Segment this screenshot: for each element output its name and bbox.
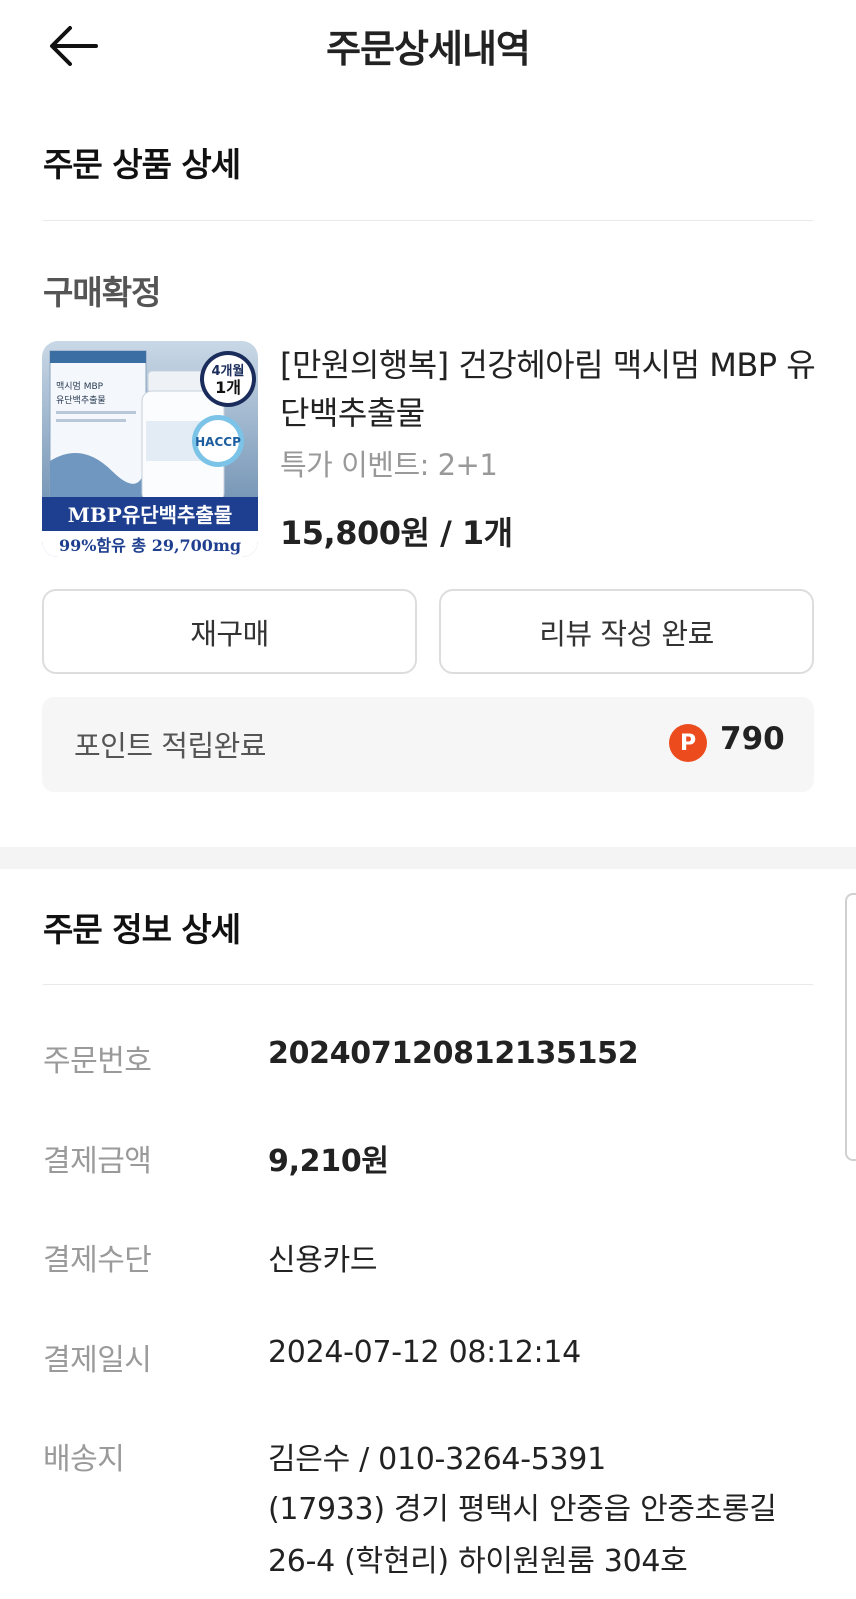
payment-date-value: 2024-07-12 08:12:14 [268,1335,581,1370]
rebuy-button[interactable]: 재구매 [42,589,417,674]
product-section-title: 주문 상품 상세 [43,145,241,184]
points-value: 790 [720,721,785,757]
svg-text:99%함유 총 29,700mg: 99%함유 총 29,700mg [59,536,241,555]
product-option: 특가 이벤트: 2+1 [280,448,498,482]
product-thumbnail[interactable]: 맥시멈 MBP 유단백추출물 4개월 1개 HACCP MBP유단백추출물 99… [42,341,258,557]
product-name[interactable]: [만원의행복] 건강헤아림 맥시멈 MBP 유단백추출물 [280,341,820,437]
payment-date-label: 결제일시 [43,1343,152,1378]
review-complete-button[interactable]: 리뷰 작성 완료 [439,589,814,674]
order-number-value: 202407120812135152 [268,1036,639,1071]
order-detail-page: 주문상세내역 주문 상품 상세 구매확정 맥시멈 MBP 유단백추출물 4개월 … [0,0,856,1599]
svg-text:맥시멈 MBP: 맥시멈 MBP [56,381,104,392]
svg-text:4개월: 4개월 [212,363,245,379]
svg-text:유단백추출물: 유단백추출물 [56,395,106,406]
order-number-label: 주문번호 [43,1044,152,1079]
svg-text:1개: 1개 [215,378,241,397]
page-title: 주문상세내역 [326,27,531,71]
payment-amount-value: 9,210원 [268,1144,389,1179]
info-section-title: 주문 정보 상세 [43,910,241,949]
product-image: 맥시멈 MBP 유단백추출물 4개월 1개 HACCP MBP유단백추출물 99… [42,341,258,557]
shipping-address-label: 배송지 [43,1442,125,1477]
recipient-value: 김은수 / 010-3264-5391 [268,1442,606,1477]
side-scroll-handle[interactable] [845,893,856,1161]
payment-amount-label: 결제금액 [43,1144,152,1179]
svg-text:MBP유단백추출물: MBP유단백추출물 [68,503,232,527]
svg-text:HACCP: HACCP [195,435,241,449]
divider [43,220,813,221]
section-separator [0,847,856,869]
payment-method-label: 결제수단 [43,1243,152,1278]
points-box: 포인트 적립완료 P 790 [42,697,814,792]
divider [43,984,813,985]
payment-method-value: 신용카드 [268,1243,378,1278]
product-price: 15,800원 / 1개 [280,514,513,552]
app-header: 주문상세내역 [0,0,856,92]
points-label: 포인트 적립완료 [74,729,266,763]
order-status: 구매확정 [43,273,161,312]
points-icon: P [669,724,707,762]
address-value: (17933) 경기 평택시 안중읍 안중초롱길 26-4 (학현리) 하이원원… [268,1492,777,1579]
